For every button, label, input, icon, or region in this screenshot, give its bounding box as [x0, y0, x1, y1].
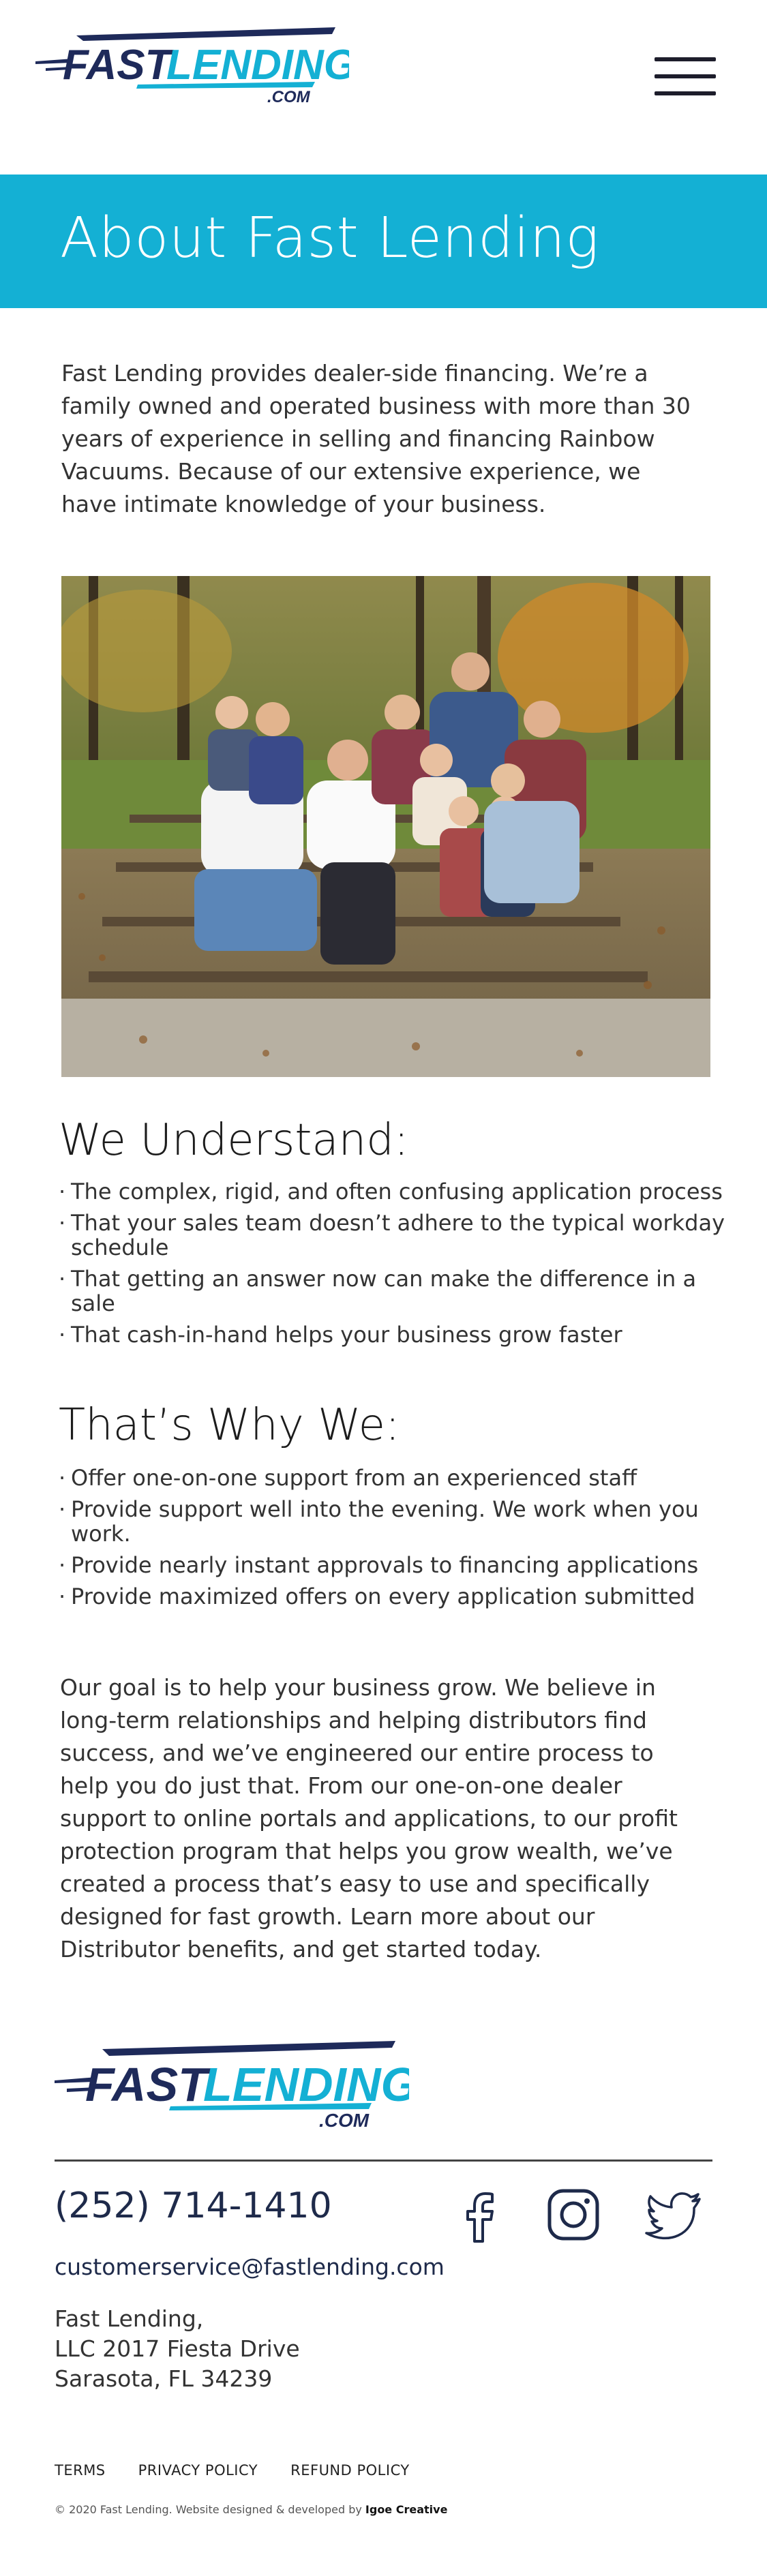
logo-lending: LENDING [166, 42, 349, 89]
site-header: FAST LENDING .COM [0, 0, 767, 175]
logo-fast: FAST [63, 42, 175, 89]
list-item: Offer one-on-one support from an experie… [59, 1466, 727, 1490]
list-item: Provide maximized offers on every applic… [59, 1584, 727, 1609]
list-item: That getting an answer now can make the … [59, 1267, 727, 1316]
list-item: Provide nearly instant approvals to fina… [59, 1553, 727, 1577]
list-item: That your sales team doesn’t adhere to t… [59, 1211, 727, 1260]
hamburger-menu-icon[interactable] [655, 57, 716, 95]
why-heading: That’s Why We: [59, 1400, 400, 1451]
fastlending-logo[interactable]: FAST LENDING .COM [35, 26, 349, 108]
footer-logo[interactable]: FAST LENDING .COM [55, 2038, 409, 2134]
goal-paragraph: Our goal is to help your business grow. … [60, 1674, 678, 1963]
understand-heading: We Understand: [59, 1115, 409, 1166]
list-item: That cash-in-hand helps your business gr… [59, 1322, 727, 1347]
svg-text:.COM: .COM [319, 2110, 370, 2131]
terms-link[interactable]: TERMS [55, 2462, 106, 2479]
address-line: Sarasota, FL 34239 [55, 2365, 273, 2392]
list-item: The complex, rigid, and often confusing … [59, 1179, 727, 1204]
understand-list: The complex, rigid, and often confusing … [59, 1179, 727, 1354]
footer-divider [55, 2160, 712, 2162]
twitter-icon[interactable] [644, 2184, 705, 2245]
instagram-icon[interactable] [543, 2184, 604, 2245]
family-photo [61, 576, 710, 1077]
list-item: Provide support well into the evening. W… [59, 1497, 727, 1546]
svg-text:LENDING: LENDING [203, 2058, 409, 2111]
svg-text:FAST: FAST [85, 2058, 211, 2111]
intro-paragraph: Fast Lending provides dealer-side financ… [61, 360, 691, 517]
facebook-icon[interactable] [450, 2184, 511, 2245]
privacy-policy-link[interactable]: PRIVACY POLICY [138, 2462, 258, 2479]
footer-links: TERMS PRIVACY POLICY REFUND POLICY [55, 2462, 410, 2479]
address-block: Fast Lending, LLC 2017 Fiesta Drive Sara… [55, 2304, 300, 2394]
copyright-text: © 2020 Fast Lending. Website designed & … [55, 2503, 365, 2516]
copyright: © 2020 Fast Lending. Website designed & … [55, 2503, 447, 2516]
page-title: About Fast Lending [60, 206, 600, 271]
page-banner: About Fast Lending [0, 175, 767, 308]
address-line: LLC 2017 Fiesta Drive [55, 2335, 300, 2362]
refund-policy-link[interactable]: REFUND POLICY [290, 2462, 410, 2479]
address-line: Fast Lending, [55, 2305, 204, 2332]
studio-credit-link[interactable]: Igoe Creative [365, 2503, 448, 2516]
why-list: Offer one-on-one support from an experie… [59, 1466, 727, 1616]
phone-link[interactable]: (252) 714-1410 [55, 2185, 332, 2226]
logo-suffix: .COM [267, 88, 311, 106]
email-link[interactable]: customerservice@fastlending.com [55, 2254, 445, 2280]
